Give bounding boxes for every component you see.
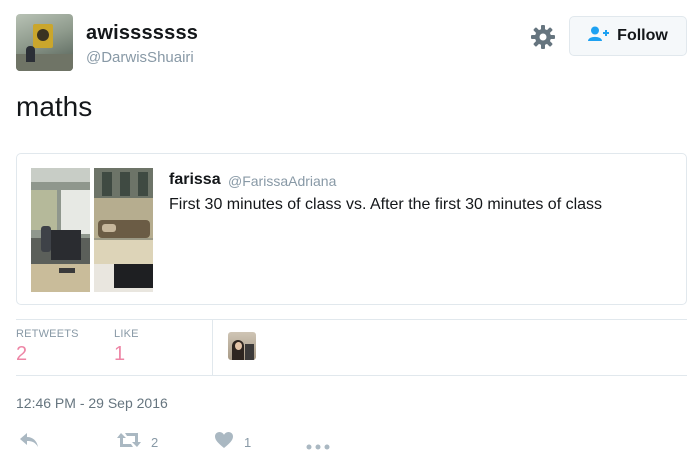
user-handle[interactable]: @DarwisShuairi bbox=[86, 49, 194, 66]
retweets-stat[interactable]: RETWEETS 2 bbox=[16, 328, 79, 366]
retweets-label: RETWEETS bbox=[16, 328, 79, 340]
reply-icon bbox=[18, 433, 40, 453]
user-avatar[interactable] bbox=[16, 14, 73, 71]
follow-label: Follow bbox=[617, 27, 668, 44]
retweet-icon bbox=[116, 431, 142, 454]
likes-stat[interactable]: LIKE 1 bbox=[114, 328, 139, 366]
follow-person-plus-icon bbox=[588, 26, 610, 47]
retweets-count: 2 bbox=[16, 343, 28, 365]
like-heart-icon bbox=[214, 431, 234, 454]
stats-top-divider bbox=[16, 319, 687, 320]
like-action-count: 1 bbox=[244, 435, 252, 450]
quoted-tweet-image-classroom[interactable] bbox=[31, 168, 90, 292]
stats-bottom-divider bbox=[16, 375, 687, 376]
tweet-timestamp[interactable]: 12:46 PM - 29 Sep 2016 bbox=[16, 395, 168, 411]
more-button[interactable] bbox=[306, 437, 330, 455]
more-dots-icon bbox=[306, 437, 330, 454]
quoted-display-name[interactable]: farissa bbox=[169, 171, 221, 189]
follow-button[interactable]: Follow bbox=[569, 16, 687, 56]
retweet-button[interactable]: 2 bbox=[116, 431, 158, 454]
likes-count: 1 bbox=[114, 343, 126, 365]
quoted-tweet-image-sleeping[interactable] bbox=[94, 168, 153, 292]
stats-vertical-divider bbox=[212, 320, 213, 375]
quoted-tweet-card[interactable]: farissa @FarissaAdriana First 30 minutes… bbox=[16, 153, 687, 305]
like-button[interactable]: 1 bbox=[214, 431, 251, 454]
likes-label: LIKE bbox=[114, 328, 139, 340]
retweet-action-count: 2 bbox=[151, 435, 159, 450]
liker-avatar[interactable] bbox=[228, 332, 256, 360]
tweet-text: maths bbox=[16, 91, 93, 122]
display-name[interactable]: awisssssss bbox=[86, 22, 198, 45]
gear-icon[interactable] bbox=[530, 24, 556, 50]
quoted-user-handle[interactable]: @FarissaAdriana bbox=[228, 173, 336, 189]
reply-button[interactable] bbox=[18, 431, 40, 454]
quoted-tweet-text: First 30 minutes of class vs. After the … bbox=[169, 196, 603, 213]
